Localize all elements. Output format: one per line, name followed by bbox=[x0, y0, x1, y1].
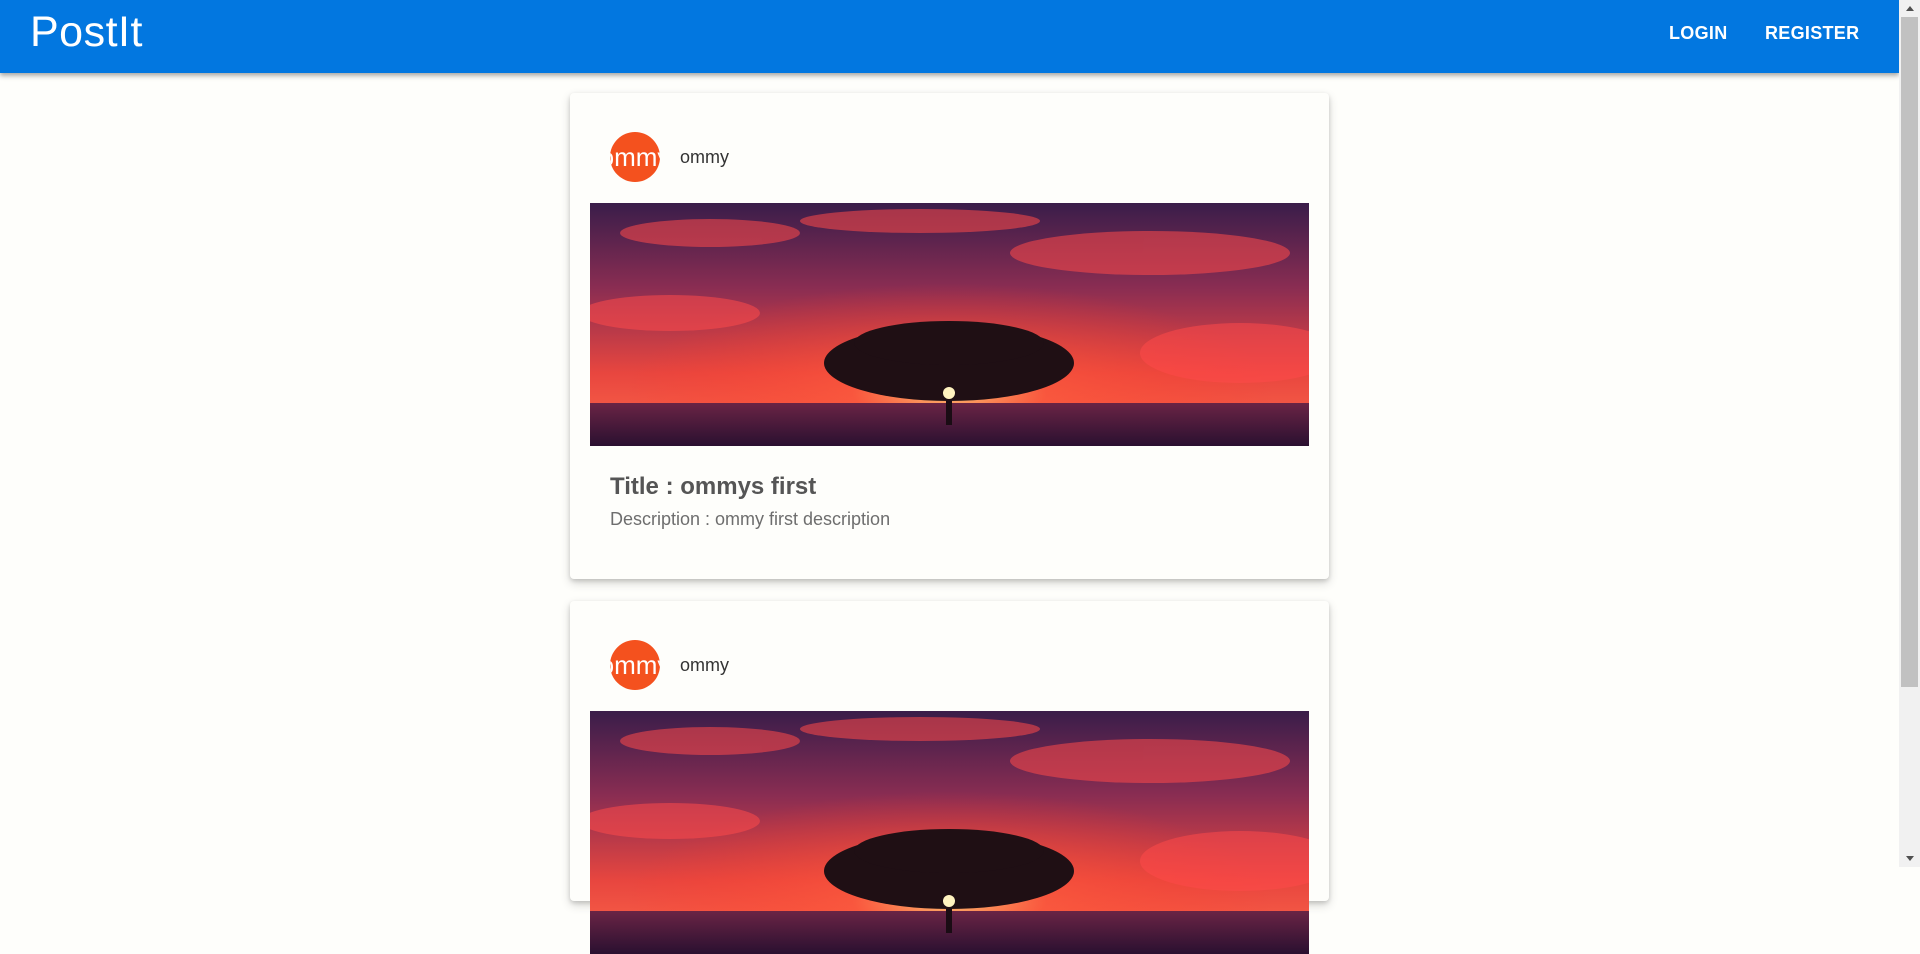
post-card: ommy ommy bbox=[570, 93, 1329, 579]
app-title[interactable]: PostIt bbox=[30, 6, 143, 58]
scroll-up-arrow-icon[interactable] bbox=[1899, 0, 1920, 17]
vertical-scrollbar[interactable] bbox=[1899, 0, 1920, 867]
avatar: ommy bbox=[610, 640, 660, 690]
app-bar: PostIt LOGIN REGISTER bbox=[0, 0, 1899, 73]
post-image bbox=[590, 711, 1309, 954]
post-image bbox=[590, 203, 1309, 446]
avatar-initials: ommy bbox=[610, 650, 660, 680]
post-card: ommy ommy bbox=[570, 601, 1329, 954]
avatar-initials: ommy bbox=[610, 142, 660, 172]
post-author: ommy bbox=[680, 655, 729, 675]
post-author: ommy bbox=[680, 147, 729, 167]
scroll-down-arrow-icon[interactable] bbox=[1899, 850, 1920, 867]
register-button[interactable]: REGISTER bbox=[1765, 20, 1859, 46]
post-title: Title : ommys first bbox=[610, 473, 817, 500]
avatar: ommy bbox=[610, 132, 660, 182]
post-description: Description : ommy first description bbox=[610, 509, 891, 529]
login-button[interactable]: LOGIN bbox=[1669, 20, 1728, 46]
scrollbar-thumb[interactable] bbox=[1901, 17, 1918, 687]
